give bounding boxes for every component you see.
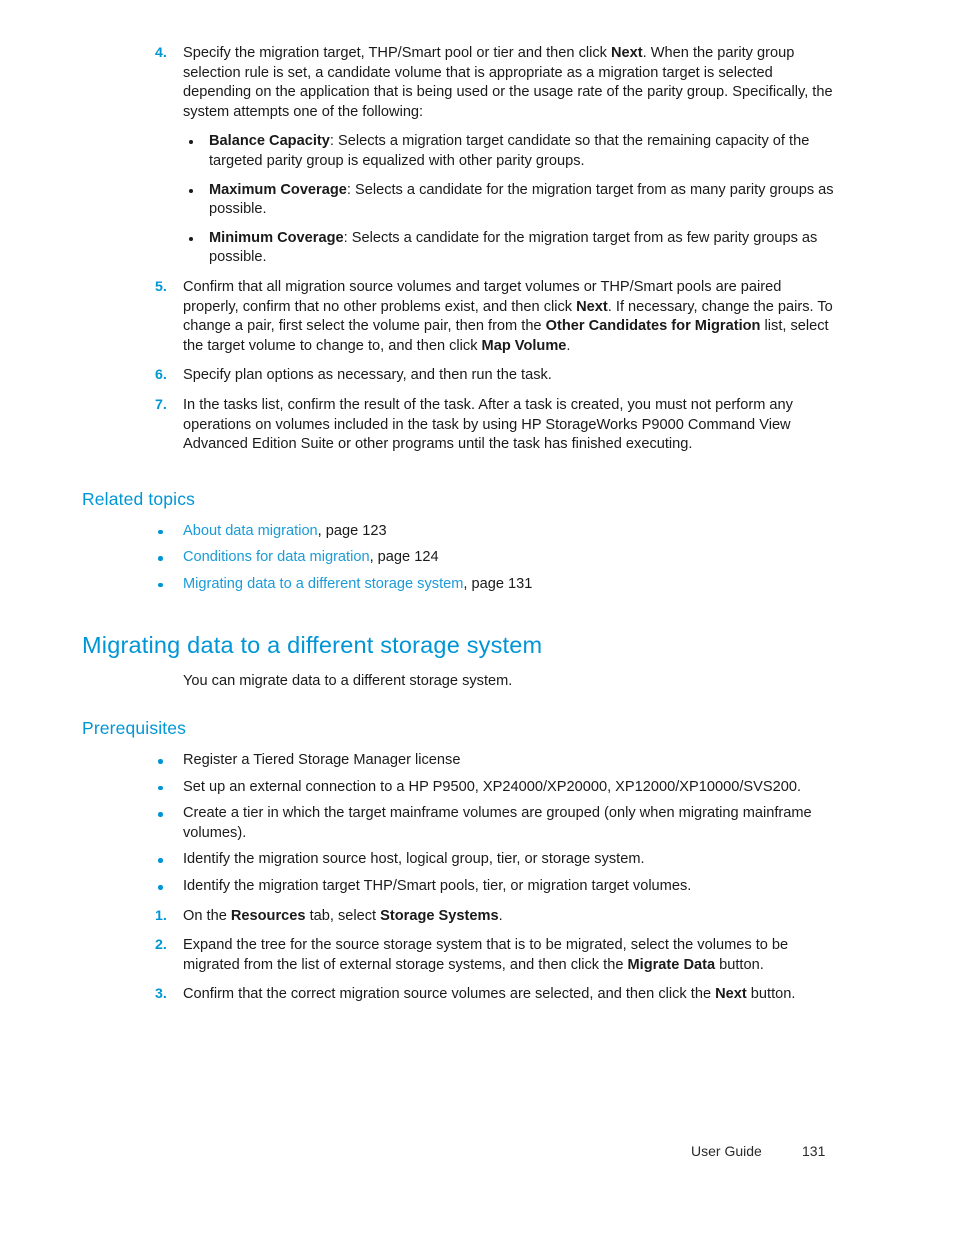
related-topic-page: , page 131 bbox=[463, 575, 533, 592]
step-number: 7. bbox=[155, 396, 167, 413]
sub-bullet-list: Balance Capacity: Selects a migration ta… bbox=[183, 132, 834, 268]
list-item: 6. Specify plan options as necessary, an… bbox=[82, 366, 834, 386]
step-text: Specify plan options as necessary, and t… bbox=[183, 367, 552, 384]
step-text-part: Confirm that the correct migration sourc… bbox=[183, 986, 716, 1003]
list-item: 5. Confirm that all migration source vol… bbox=[82, 278, 834, 356]
step-text: Expand the tree for the source storage s… bbox=[183, 937, 788, 973]
list-item: 4. Specify the migration target, THP/Sma… bbox=[82, 44, 834, 268]
prerequisite-text: Create a tier in which the target mainfr… bbox=[183, 805, 812, 841]
list-item: Identify the migration target THP/Smart … bbox=[82, 877, 834, 897]
step-text: Confirm that the correct migration sourc… bbox=[183, 986, 795, 1002]
step-text: Specify the migration target, THP/Smart … bbox=[183, 45, 833, 120]
ui-term-resources: Resources bbox=[230, 907, 306, 924]
bullet-icon bbox=[158, 529, 163, 535]
related-topics-list: About data migration, page 123 Condition… bbox=[82, 522, 834, 595]
list-item: Set up an external connection to a HP P9… bbox=[82, 778, 834, 798]
bullet-icon bbox=[158, 785, 163, 791]
list-item: Create a tier in which the target mainfr… bbox=[82, 804, 834, 843]
footer-guide-label: User Guide bbox=[691, 1143, 762, 1159]
prerequisite-text: Set up an external connection to a HP P9… bbox=[183, 778, 801, 795]
bullet-icon bbox=[158, 556, 163, 561]
bullet-icon bbox=[158, 858, 163, 863]
related-topic-page: , page 123 bbox=[317, 522, 387, 539]
page-content: 4. Specify the migration target, THP/Sma… bbox=[82, 44, 834, 1005]
bullet-icon bbox=[189, 140, 193, 145]
list-item: 7. In the tasks list, confirm the result… bbox=[82, 396, 834, 455]
ui-term-migrate-data: Migrate Data bbox=[627, 956, 716, 973]
step-text: Confirm that all migration source volume… bbox=[183, 279, 833, 354]
step-number: 2. bbox=[155, 937, 167, 954]
related-topic-link[interactable]: Conditions for data migration bbox=[183, 549, 370, 565]
topic-intro-paragraph: You can migrate data to a different stor… bbox=[183, 673, 513, 690]
step-text-part: On the bbox=[183, 907, 231, 924]
ui-term-storage-systems: Storage Systems bbox=[380, 907, 499, 924]
procedure-steps-top: 4. Specify the migration target, THP/Sma… bbox=[82, 44, 834, 455]
prerequisite-text: Identify the migration source host, logi… bbox=[183, 851, 645, 868]
prerequisite-text: Register a Tiered Storage Manager licens… bbox=[183, 752, 461, 769]
list-item: Identify the migration source host, logi… bbox=[82, 850, 834, 870]
procedure-steps-bottom: 1. On the Resources tab, select Storage … bbox=[82, 907, 834, 1005]
prerequisites-heading: Prerequisites bbox=[82, 718, 187, 739]
step-text-part: button. bbox=[746, 986, 796, 1003]
step-number: 1. bbox=[155, 907, 167, 924]
step-number: 3. bbox=[155, 986, 167, 1003]
option-name: Minimum Coverage bbox=[209, 229, 344, 246]
step-text: In the tasks list, confirm the result of… bbox=[183, 396, 793, 453]
option-name: Maximum Coverage bbox=[209, 181, 347, 198]
ui-term-other-candidates: Other Candidates for Migration bbox=[545, 318, 761, 335]
bullet-icon bbox=[158, 885, 163, 890]
option-name: Balance Capacity bbox=[209, 133, 330, 150]
ui-term-next: Next bbox=[576, 298, 608, 315]
step-text-part: Specify the migration target, THP/Smart … bbox=[183, 45, 612, 61]
step-text: On the Resources tab, select Storage Sys… bbox=[183, 908, 503, 924]
bullet-icon bbox=[189, 188, 193, 193]
step-number: 5. bbox=[155, 278, 167, 295]
step-text-part: tab, select bbox=[305, 907, 381, 924]
step-text-part: . bbox=[498, 907, 503, 924]
step-text-part: button. bbox=[715, 956, 764, 973]
document-page: 4. Specify the migration target, THP/Sma… bbox=[0, 0, 954, 1235]
related-topic-link[interactable]: Migrating data to a different storage sy… bbox=[183, 576, 463, 592]
prerequisites-list: Register a Tiered Storage Manager licens… bbox=[82, 751, 834, 897]
step-number: 4. bbox=[155, 45, 167, 61]
list-item: 2. Expand the tree for the source storag… bbox=[82, 936, 834, 975]
ui-term-next: Next bbox=[611, 45, 643, 61]
list-item: Migrating data to a different storage sy… bbox=[82, 575, 834, 595]
ui-term-map-volume: Map Volume bbox=[481, 337, 567, 354]
related-topics-heading: Related topics bbox=[82, 488, 195, 509]
bullet-icon bbox=[158, 582, 163, 588]
related-topic-page: , page 124 bbox=[369, 549, 439, 566]
step-number: 6. bbox=[155, 367, 167, 384]
list-item: 3. Confirm that the correct migration so… bbox=[82, 985, 834, 1005]
bullet-icon bbox=[189, 236, 193, 241]
list-item: Conditions for data migration, page 124 bbox=[82, 548, 834, 568]
list-item: Balance Capacity: Selects a migration ta… bbox=[183, 132, 834, 171]
list-item: About data migration, page 123 bbox=[82, 522, 834, 542]
list-item: Maximum Coverage: Selects a candidate fo… bbox=[183, 181, 834, 220]
step-text-part: . bbox=[566, 337, 571, 354]
list-item: Minimum Coverage: Selects a candidate fo… bbox=[183, 229, 834, 268]
bullet-icon bbox=[158, 759, 163, 764]
list-item: Register a Tiered Storage Manager licens… bbox=[82, 751, 834, 771]
prerequisite-text: Identify the migration target THP/Smart … bbox=[183, 878, 692, 895]
bullet-icon bbox=[158, 812, 163, 817]
list-item: 1. On the Resources tab, select Storage … bbox=[82, 907, 834, 927]
page-title: Migrating data to a different storage sy… bbox=[82, 632, 543, 659]
ui-term-next: Next bbox=[715, 986, 747, 1003]
footer-page-number: 131 bbox=[802, 1143, 826, 1159]
related-topic-link[interactable]: About data migration bbox=[183, 523, 318, 539]
